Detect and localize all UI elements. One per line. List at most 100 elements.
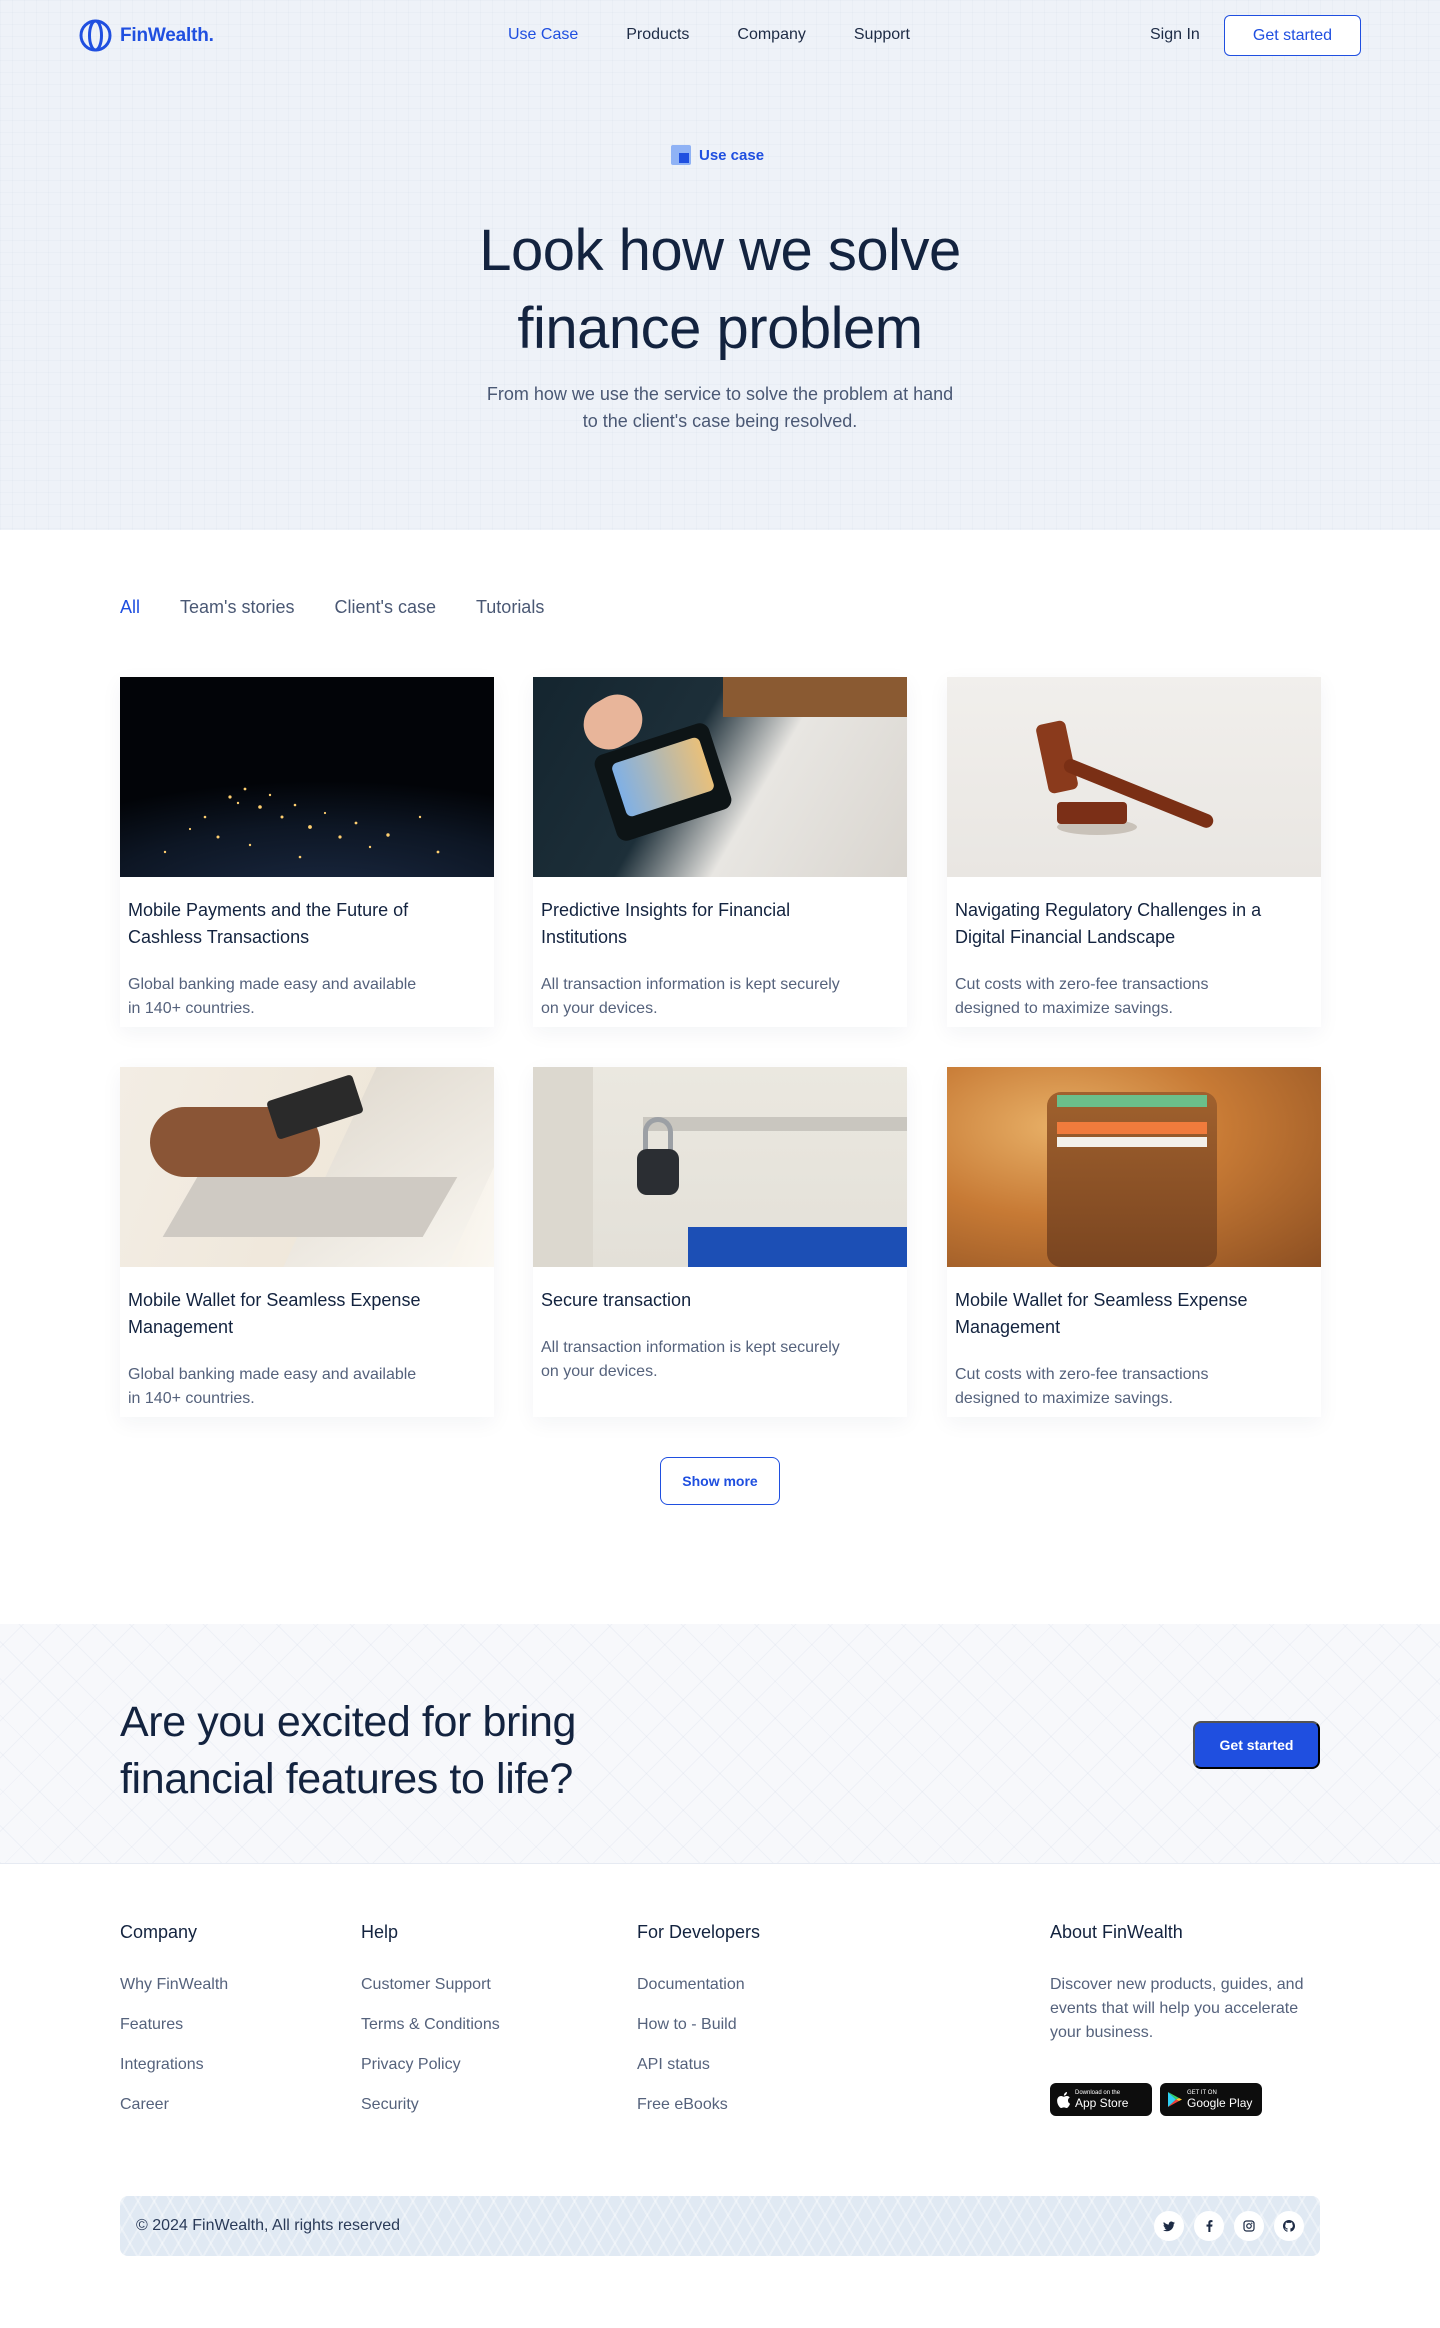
- footer-link-api-status[interactable]: API status: [637, 2053, 760, 2077]
- footer-link-why-finwealth[interactable]: Why FinWealth: [120, 1973, 228, 1997]
- footer-column-developers: For Developers Documentation How to - Bu…: [637, 1922, 760, 2133]
- green-card-decoration: [1057, 1095, 1207, 1107]
- use-case-card[interactable]: Navigating Regulatory Challenges in a Di…: [947, 677, 1321, 1027]
- brand-logo[interactable]: FinWealth.: [79, 19, 214, 52]
- blue-panel-decoration: [688, 1227, 907, 1267]
- door-frame-decoration: [533, 1067, 593, 1267]
- footer-column-help: Help Customer Support Terms & Conditions…: [361, 1922, 500, 2133]
- filter-tab-clients-case[interactable]: Client's case: [334, 597, 435, 618]
- lock-shackle-decoration: [643, 1117, 673, 1153]
- cta-title: Are you excited for bring financial feat…: [120, 1698, 577, 1803]
- latch-decoration: [643, 1117, 907, 1131]
- google-play-big-text: Google Play: [1187, 2095, 1253, 2110]
- copyright-text: © 2024 FinWealth, All rights reserved: [136, 2217, 401, 2234]
- app-store-text: Download on the App Store: [1075, 2090, 1128, 2110]
- footer-heading: For Developers: [637, 1922, 761, 1942]
- lock-body-decoration: [637, 1149, 679, 1195]
- google-play-icon: [1168, 2092, 1182, 2107]
- gavel-decoration: [1036, 720, 1214, 835]
- nav-link-company[interactable]: Company: [737, 26, 805, 44]
- category-filter-tabs: All Team's stories Client's case Tutoria…: [120, 597, 544, 618]
- page-title-line-2: finance problem: [517, 296, 923, 361]
- apple-icon: [1057, 2091, 1070, 2108]
- card-description: Global banking made easy and available i…: [128, 976, 417, 1017]
- github-icon: [1283, 2220, 1295, 2232]
- nav-link-support[interactable]: Support: [854, 26, 910, 44]
- app-store-button[interactable]: Download on the App Store: [1050, 2083, 1152, 2116]
- card-title: Predictive Insights for Financial Instit…: [541, 900, 791, 947]
- cta-section: Are you excited for bring financial feat…: [0, 1624, 1440, 1864]
- page-subtitle: From how we use the service to solve the…: [486, 384, 954, 431]
- square-badge-icon: [671, 145, 691, 165]
- footer-link-security[interactable]: Security: [361, 2093, 500, 2117]
- top-navbar: FinWealth. Use Case Products Company Sup…: [0, 0, 1440, 74]
- footer-link-features[interactable]: Features: [120, 2013, 228, 2037]
- footer-column-company: Company Why FinWealth Features Integrati…: [120, 1922, 228, 2133]
- padlock-image: [533, 1067, 907, 1267]
- card-title: Secure transaction: [541, 1290, 692, 1310]
- twitter-link[interactable]: [1154, 2211, 1184, 2241]
- footer-link-integrations[interactable]: Integrations: [120, 2053, 228, 2077]
- footer-link-documentation[interactable]: Documentation: [637, 1973, 760, 1997]
- wallet-decoration: [1047, 1092, 1217, 1267]
- card-title: Mobile Wallet for Seamless Expense Manag…: [128, 1290, 421, 1337]
- twitter-icon: [1163, 2221, 1175, 2231]
- judge-gavel-image: [947, 677, 1321, 877]
- use-case-card[interactable]: Mobile Wallet for Seamless Expense Manag…: [120, 1067, 494, 1417]
- facebook-link[interactable]: [1194, 2211, 1224, 2241]
- use-case-card[interactable]: Predictive Insights for Financial Instit…: [533, 677, 907, 1027]
- laptop-keyboard-decoration: [162, 1177, 458, 1237]
- footer-heading: Company: [120, 1922, 198, 1942]
- primary-nav: Use Case Products Company Support: [508, 26, 910, 44]
- sign-in-link[interactable]: Sign In: [1150, 26, 1200, 44]
- footer-link-customer-support[interactable]: Customer Support: [361, 1973, 500, 1997]
- nav-link-products[interactable]: Products: [626, 26, 689, 44]
- social-links: [1154, 2211, 1304, 2241]
- footer-heading: Help: [361, 1922, 399, 1942]
- city-lights-decoration: [163, 787, 440, 859]
- phone-payment-image: [533, 677, 907, 877]
- footer-link-privacy-policy[interactable]: Privacy Policy: [361, 2053, 500, 2077]
- instagram-link[interactable]: [1234, 2211, 1264, 2241]
- table-edge-decoration: [723, 677, 907, 717]
- use-case-card[interactable]: Mobile Payments and the Future of Cashle…: [120, 677, 494, 1027]
- filter-tab-tutorials[interactable]: Tutorials: [476, 597, 544, 618]
- instagram-icon: [1243, 2220, 1255, 2232]
- earth-night-image: [120, 677, 494, 877]
- card-description: All transaction information is kept secu…: [541, 976, 840, 1017]
- finwealth-logo-icon: [79, 19, 112, 52]
- orange-card-decoration: [1057, 1122, 1207, 1134]
- card-title: Navigating Regulatory Challenges in a Di…: [955, 900, 1262, 947]
- use-case-card[interactable]: Mobile Wallet for Seamless Expense Manag…: [947, 1067, 1321, 1417]
- footer-link-how-to-build[interactable]: How to - Build: [637, 2013, 760, 2037]
- footer-heading: About FinWealth: [1050, 1922, 1183, 1942]
- card-title: Mobile Wallet for Seamless Expense Manag…: [955, 1290, 1248, 1337]
- footer-link-career[interactable]: Career: [120, 2093, 228, 2117]
- card-title: Mobile Payments and the Future of Cashle…: [128, 900, 409, 947]
- show-more-button[interactable]: Show more: [660, 1457, 780, 1505]
- badge-label: Use case: [699, 146, 765, 164]
- app-store-big-text: App Store: [1075, 2095, 1129, 2110]
- page-title-line-1: Look how we solve: [479, 218, 961, 283]
- github-link[interactable]: [1274, 2211, 1304, 2241]
- use-case-card[interactable]: Secure transaction All transaction infor…: [533, 1067, 907, 1417]
- footer-column-about: About FinWealth Discover new products, g…: [1050, 1922, 1325, 2045]
- nav-get-started-button[interactable]: Get started: [1224, 15, 1361, 56]
- card-description: All transaction information is kept secu…: [541, 1339, 840, 1380]
- footer-about-text: Discover new products, guides, and event…: [1050, 1976, 1304, 2041]
- app-store-badges: Download on the App Store GET IT ON Goog…: [1050, 2083, 1262, 2116]
- leather-wallet-image: [947, 1067, 1321, 1267]
- filter-tab-teams-stories[interactable]: Team's stories: [180, 597, 294, 618]
- brand-name: FinWealth.: [120, 24, 214, 46]
- card-description: Cut costs with zero-fee transactions des…: [955, 976, 1209, 1017]
- filter-tab-all[interactable]: All: [120, 597, 140, 618]
- nav-link-use-case[interactable]: Use Case: [508, 26, 578, 44]
- footer-link-terms-conditions[interactable]: Terms & Conditions: [361, 2013, 500, 2037]
- card-laptop-image: [120, 1067, 494, 1267]
- card-description: Cut costs with zero-fee transactions des…: [955, 1366, 1209, 1407]
- footer-link-free-ebooks[interactable]: Free eBooks: [637, 2093, 760, 2117]
- page-title: Look how we solve finance problem: [320, 212, 1120, 368]
- cta-get-started-button[interactable]: Get started: [1193, 1721, 1320, 1769]
- google-play-button[interactable]: GET IT ON Google Play: [1160, 2083, 1262, 2116]
- google-play-text: GET IT ON Google Play: [1187, 2090, 1252, 2110]
